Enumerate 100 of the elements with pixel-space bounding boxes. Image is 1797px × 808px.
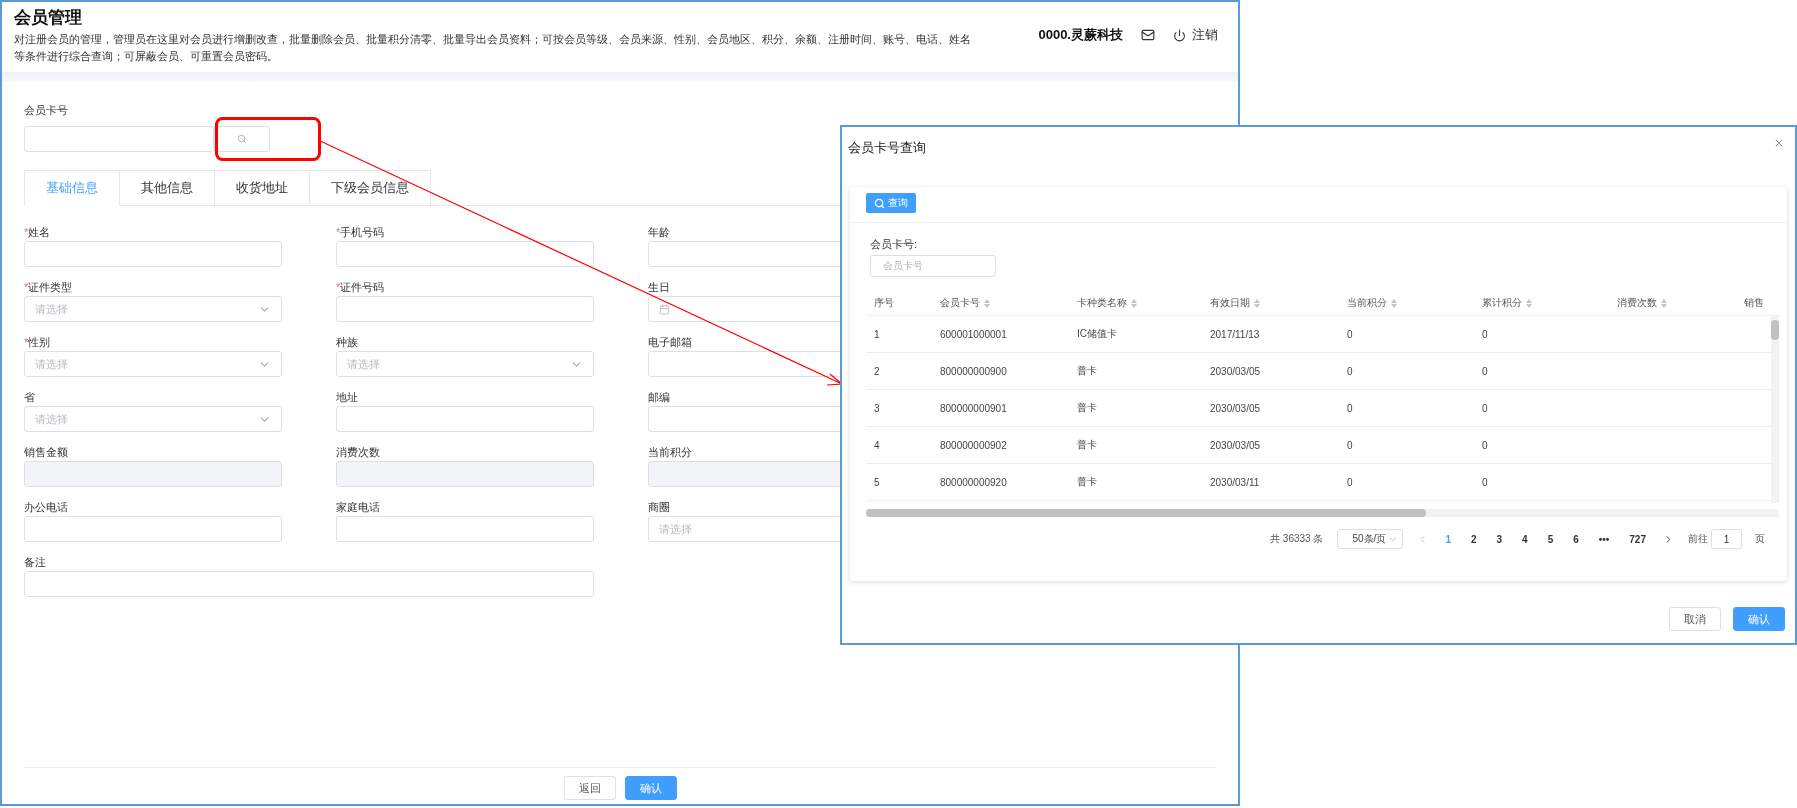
- sort-icon[interactable]: [1391, 298, 1397, 308]
- table-cell-text: 0: [1346, 402, 1354, 414]
- table-cell-text: 2030/03/05: [1209, 439, 1262, 451]
- power-icon: [1173, 28, 1186, 42]
- column-header[interactable]: 卡种类名称: [1069, 296, 1202, 310]
- field-label: *性别: [24, 335, 51, 350]
- table-cell-text: 2030/03/05: [1209, 402, 1262, 414]
- sort-icon[interactable]: [1254, 298, 1260, 308]
- total-count: 共 36333 条: [1270, 532, 1324, 546]
- tab[interactable]: 收货地址: [215, 170, 310, 206]
- back-button[interactable]: 返回: [563, 776, 616, 800]
- page-button[interactable]: 3: [1493, 533, 1506, 545]
- field-label: 当前积分: [648, 445, 692, 460]
- table-cell-text: 2030/03/11: [1209, 476, 1261, 488]
- field-label: 商圈: [648, 500, 670, 515]
- field-label: 家庭电话: [336, 500, 380, 515]
- company-name: 0000.灵蕨科技: [1038, 26, 1123, 44]
- cancel-button[interactable]: 取消: [1669, 607, 1721, 631]
- sort-icon[interactable]: [1131, 298, 1137, 308]
- page-description: 对注册会员的管理，管理员在这里对会员进行增删改查，批量删除会员、批量积分清零、批量导出会员资料；可按会员等级、会员来源、性别、会员地区、积分、余额、注册时间、账号、电话、姓名等条件进行综合查询；可屏蔽会员、可重置会员密码。: [14, 32, 972, 64]
- input-field[interactable]: [336, 296, 594, 322]
- column-header: 销售: [1743, 296, 1765, 310]
- table-cell-text: 800000000901: [939, 402, 1008, 414]
- field-label: 种族: [336, 335, 358, 350]
- field-label: 邮编: [648, 390, 670, 405]
- table-cell-text: 800000000902: [939, 439, 1008, 451]
- table-cell-text: 0: [1481, 439, 1489, 451]
- table-cell-text: 0: [1481, 328, 1489, 340]
- field-label: 办公电话: [24, 500, 68, 515]
- field-label: 地址: [336, 390, 358, 405]
- input-field[interactable]: [24, 126, 214, 152]
- table-cell-text: 5: [873, 476, 881, 488]
- table-cell-text: 1: [873, 328, 881, 340]
- table-cell-text: 0: [1346, 328, 1354, 340]
- table-cell-text: 2: [873, 365, 881, 377]
- table-cell-text: 800000000900: [939, 365, 1008, 377]
- horizontal-scrollbar[interactable]: [866, 509, 1779, 517]
- field-label: 年龄: [648, 225, 670, 240]
- page-button[interactable]: 4: [1519, 533, 1531, 545]
- page-button[interactable]: 6: [1570, 533, 1582, 545]
- field-label: 销售金额: [24, 445, 68, 460]
- page-button[interactable]: 2: [1468, 533, 1480, 545]
- page-size-select[interactable]: 50条/页: [1337, 529, 1404, 549]
- table-cell-text: 2017/11/13: [1209, 328, 1261, 340]
- page-button[interactable]: 5: [1544, 533, 1557, 545]
- sort-icon[interactable]: [1526, 298, 1532, 308]
- table-cell-text: 2030/03/05: [1209, 365, 1262, 377]
- sort-icon[interactable]: [984, 298, 990, 308]
- field-label: *手机号码: [336, 225, 385, 240]
- dialog-title: 会员卡号查询: [848, 139, 926, 157]
- input-field[interactable]: [336, 406, 594, 432]
- page-suffix: 页: [1755, 532, 1765, 546]
- input-field[interactable]: [336, 516, 594, 542]
- column-header[interactable]: 当前积分: [1339, 296, 1474, 310]
- field-label: 生日: [648, 280, 670, 295]
- close-icon[interactable]: [1773, 137, 1785, 149]
- column-header[interactable]: 有效日期: [1202, 296, 1339, 310]
- table-cell-text: 600001000001: [939, 328, 1008, 340]
- field-label: 会员卡号: [24, 103, 68, 118]
- table-cell-text: 4: [873, 439, 881, 451]
- table-cell-text: 普卡: [1076, 438, 1098, 452]
- column-header: 序号: [873, 296, 895, 310]
- table-cell-text: IC储值卡: [1076, 327, 1118, 341]
- logout-link[interactable]: 注销: [1173, 26, 1218, 44]
- search-icon: [237, 134, 247, 144]
- input-field[interactable]: [336, 241, 594, 267]
- table-cell-text: 0: [1346, 439, 1354, 451]
- field-label: 备注: [24, 555, 46, 570]
- sort-icon[interactable]: [1661, 298, 1667, 308]
- page-input[interactable]: 1: [1711, 529, 1742, 549]
- table-cell-text: 0: [1481, 476, 1489, 488]
- input-field[interactable]: [24, 516, 282, 542]
- column-header[interactable]: 会员卡号: [932, 296, 1069, 310]
- page-button[interactable]: 727: [1626, 533, 1649, 545]
- table-cell-text: 普卡: [1076, 475, 1098, 489]
- table-cell-text: 800000000920: [939, 476, 1008, 488]
- table-cell-text: 0: [1346, 476, 1354, 488]
- input-field[interactable]: [24, 241, 282, 267]
- tab[interactable]: 下级会员信息: [310, 170, 431, 206]
- table-cell-text: 普卡: [1076, 401, 1098, 415]
- field-label: *姓名: [24, 225, 51, 240]
- tab[interactable]: 其他信息: [120, 170, 215, 206]
- field-label: 消费次数: [336, 445, 380, 460]
- search-button[interactable]: [214, 126, 270, 152]
- table-cell-text: 0: [1481, 402, 1489, 414]
- field-label: 省: [24, 390, 35, 405]
- column-header[interactable]: 消费次数: [1609, 296, 1736, 310]
- column-header[interactable]: 累计积分: [1474, 296, 1609, 310]
- search-icon: [874, 197, 885, 209]
- field-label: 电子邮箱: [648, 335, 692, 350]
- field-label: *证件号码: [336, 280, 385, 295]
- table-cell-text: 普卡: [1076, 364, 1098, 378]
- table-cell-text: 0: [1481, 365, 1489, 377]
- input-field[interactable]: [24, 571, 594, 597]
- mail-icon[interactable]: [1141, 28, 1155, 42]
- field-label: *证件类型: [24, 280, 73, 295]
- vertical-scrollbar[interactable]: [1771, 316, 1779, 503]
- page-button[interactable]: •••: [1595, 533, 1613, 545]
- table-cell-text: 3: [873, 402, 881, 414]
- goto-label: 前往: [1688, 532, 1708, 546]
